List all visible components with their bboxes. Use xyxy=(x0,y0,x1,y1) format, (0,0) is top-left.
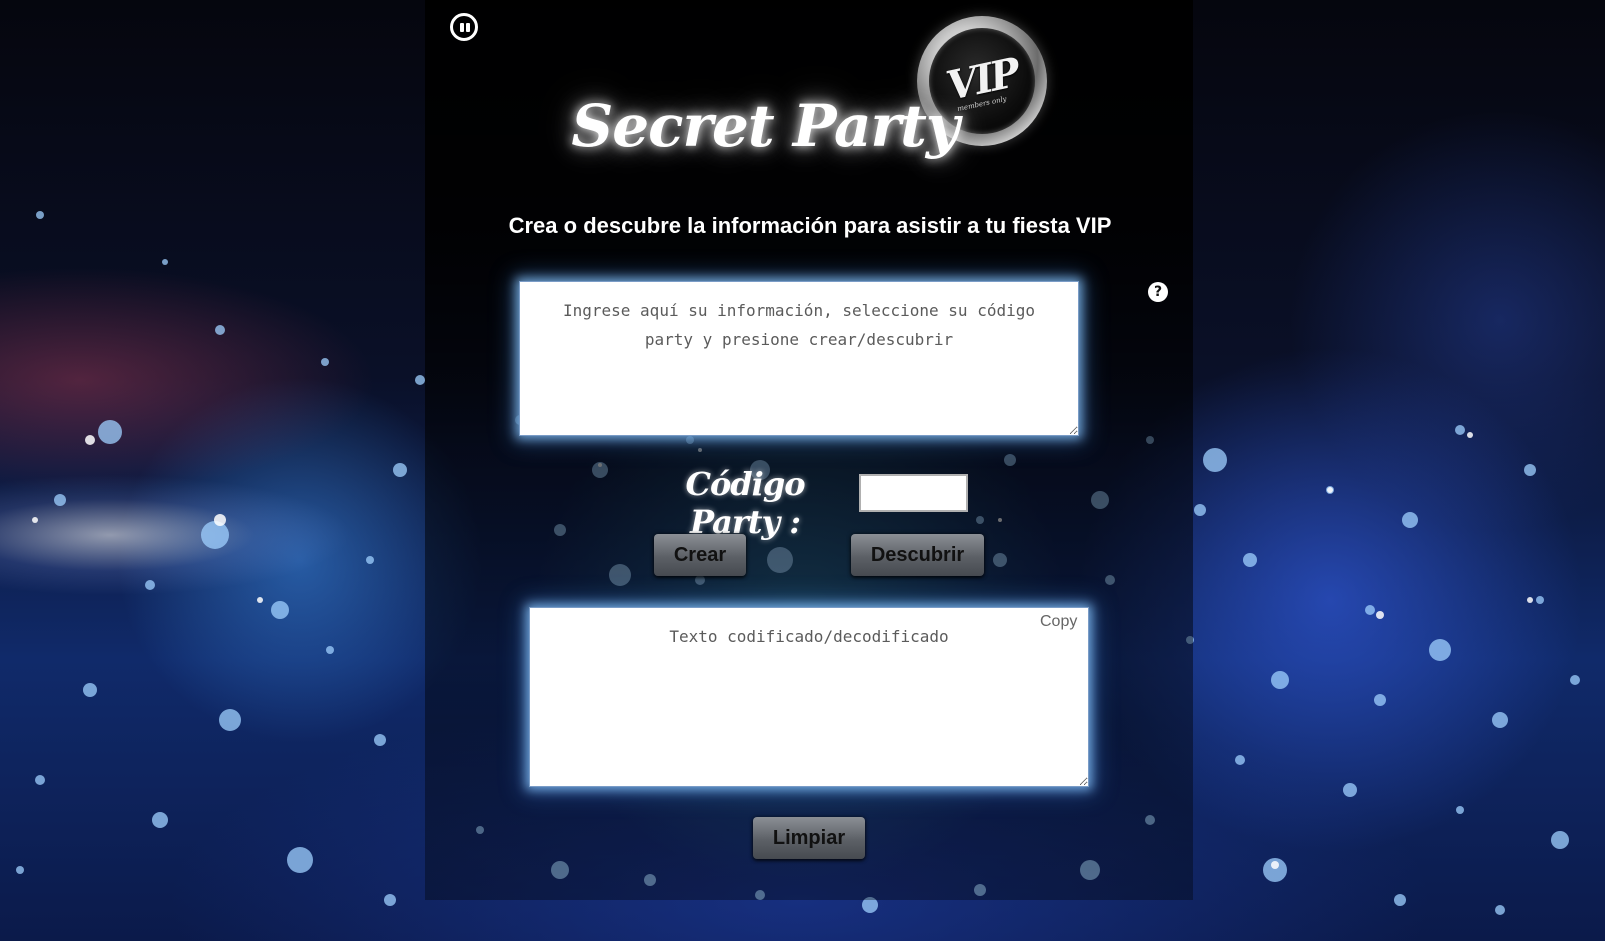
page-title: Secret Party xyxy=(571,92,959,160)
help-icon[interactable]: ? xyxy=(1148,282,1168,302)
discover-button[interactable]: Descubrir xyxy=(851,534,984,576)
result-output[interactable] xyxy=(529,607,1089,787)
message-input[interactable] xyxy=(519,281,1079,436)
create-button[interactable]: Crear xyxy=(654,534,746,576)
copy-button[interactable]: Copy xyxy=(1040,613,1077,631)
page-subtitle: Crea o descubre la información para asis… xyxy=(508,213,1112,238)
pause-icon[interactable] xyxy=(450,13,478,41)
party-code-label: Código Party : xyxy=(685,465,805,541)
party-code-input[interactable] xyxy=(859,474,968,512)
clear-button[interactable]: Limpiar xyxy=(753,817,865,859)
